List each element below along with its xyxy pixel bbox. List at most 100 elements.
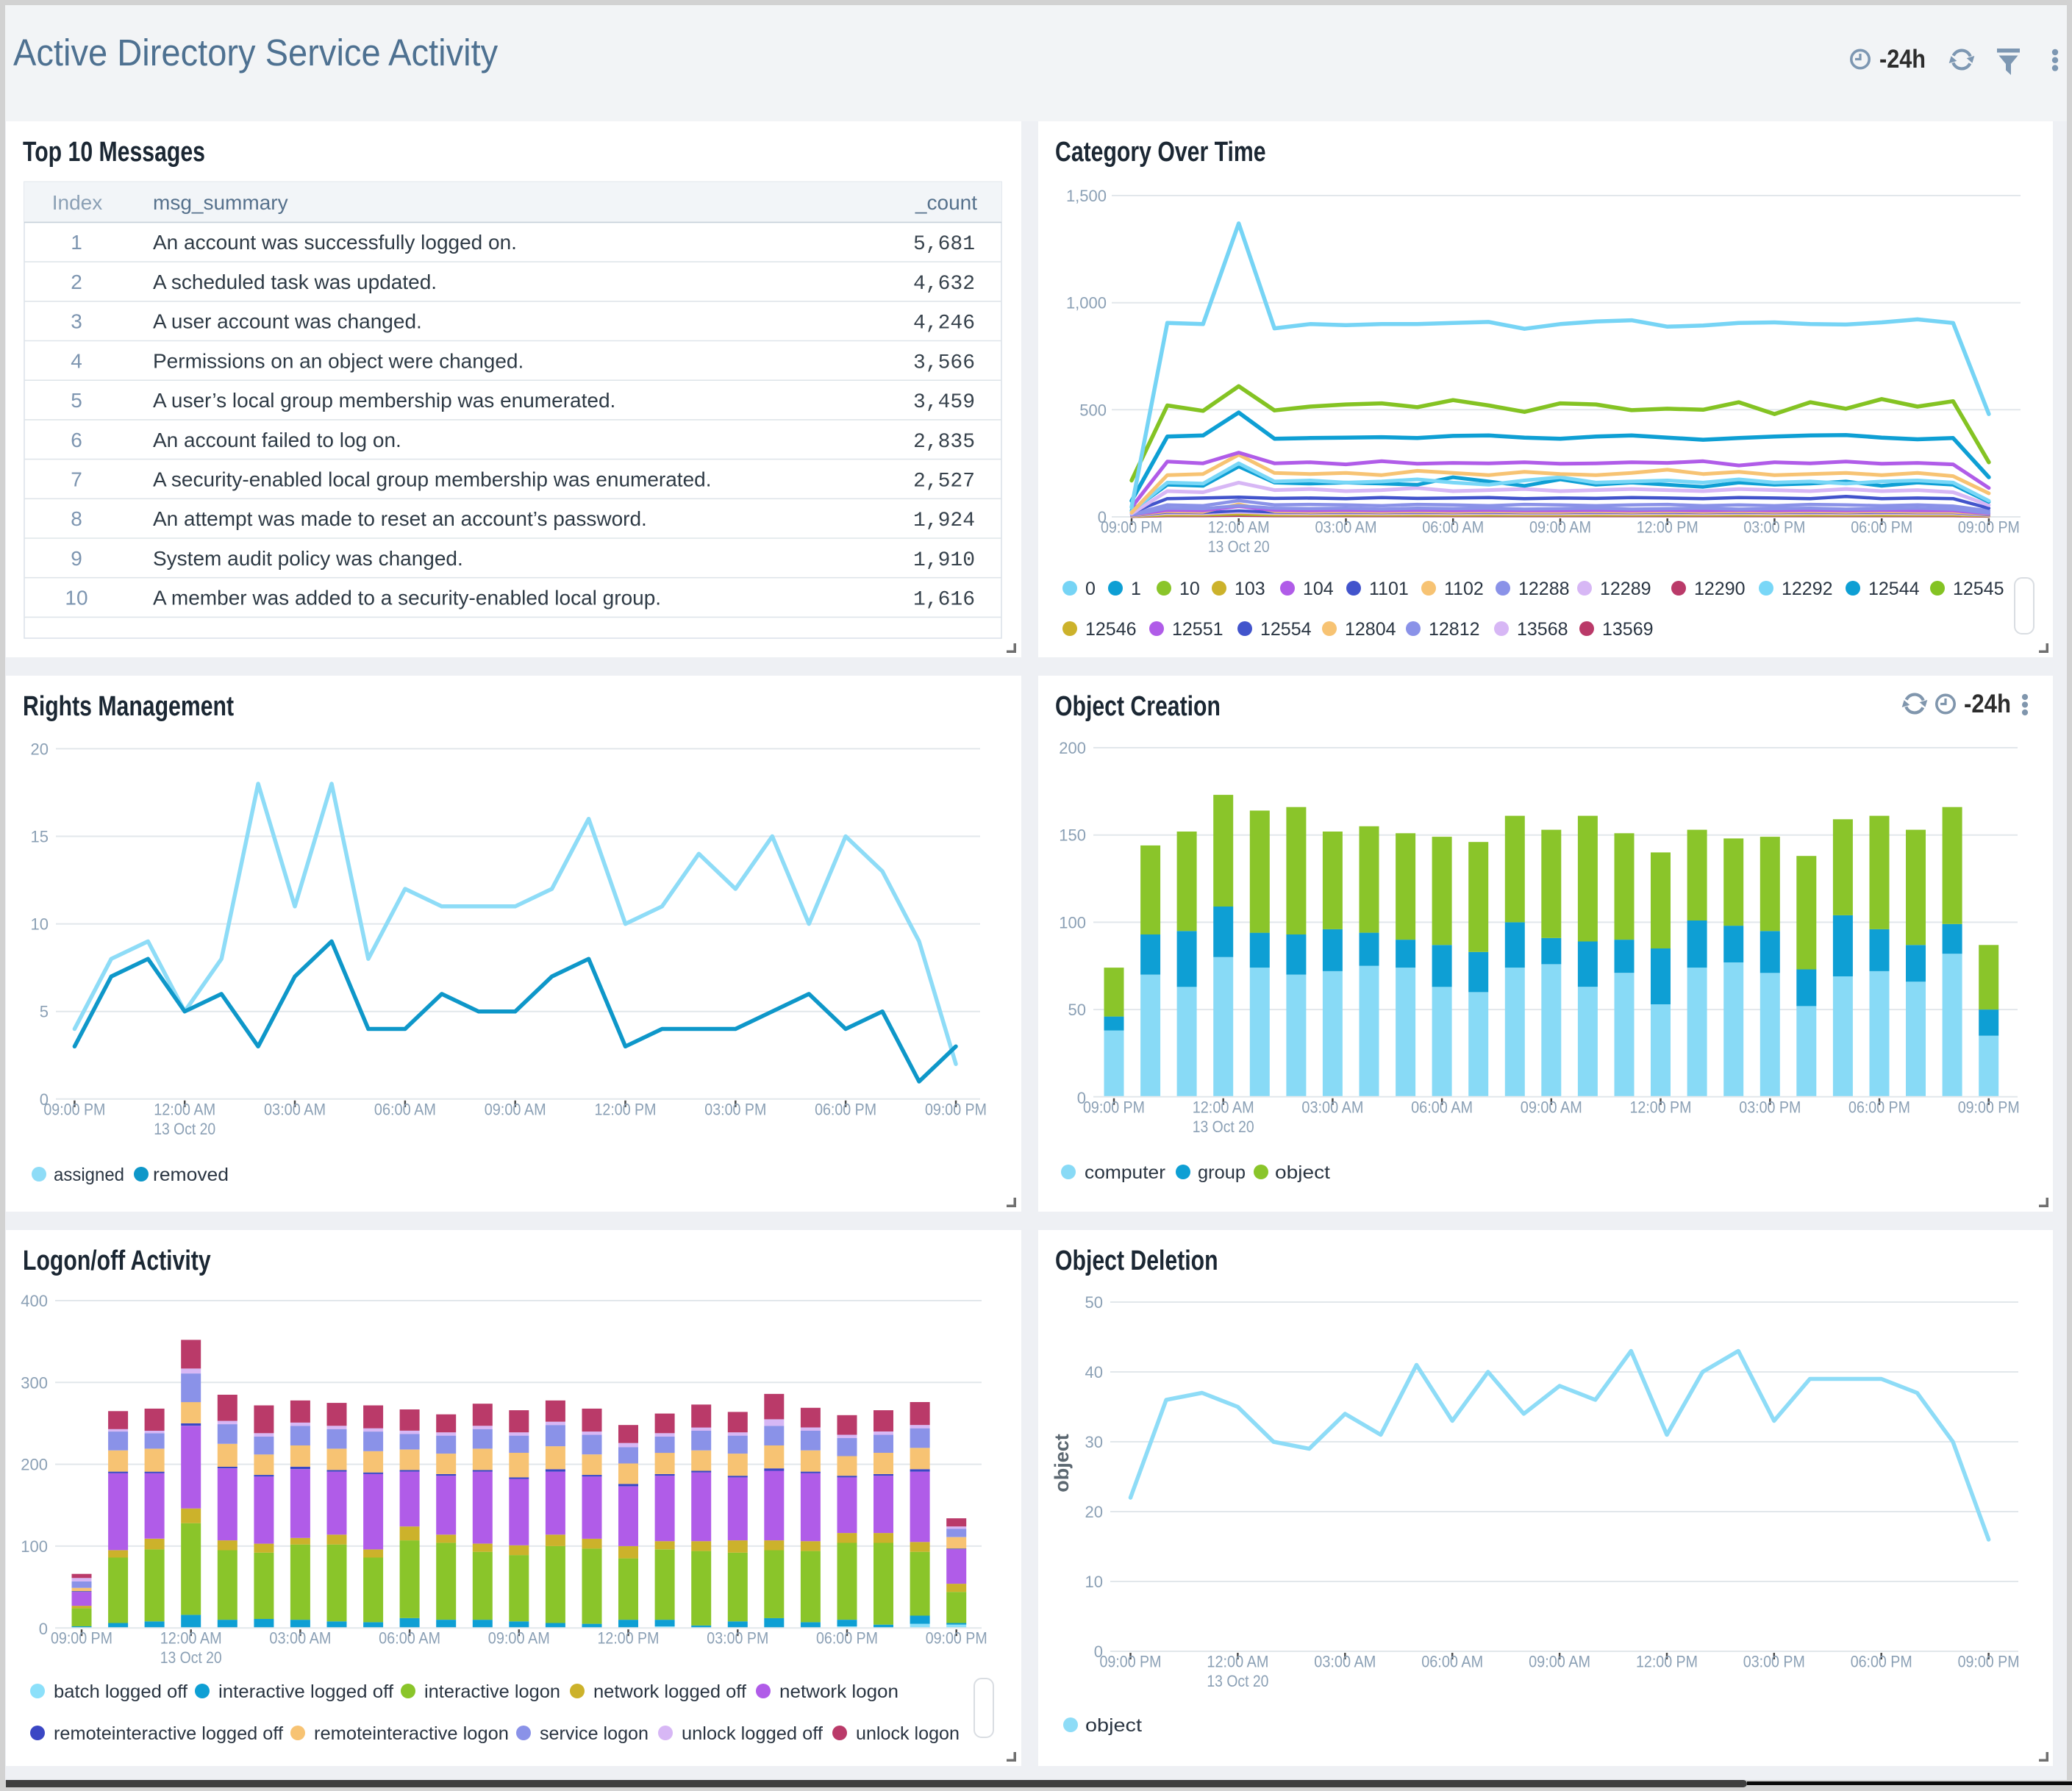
svg-text:09:00 PM: 09:00 PM [926, 1629, 987, 1648]
svg-text:150: 150 [1059, 826, 1086, 845]
svg-text:group: group [1198, 1162, 1246, 1183]
svg-text:100: 100 [21, 1537, 48, 1556]
svg-text:network logon: network logon [779, 1681, 899, 1702]
svg-text:object: object [1051, 1434, 1073, 1492]
svg-text:0: 0 [1085, 579, 1096, 599]
svg-text:object: object [1085, 1715, 1142, 1736]
svg-text:0: 0 [39, 1620, 48, 1638]
svg-text:12:00 AM: 12:00 AM [1193, 1098, 1254, 1116]
svg-text:09:00 PM: 09:00 PM [1100, 1653, 1162, 1671]
svg-text:09:00 AM: 09:00 AM [488, 1629, 550, 1648]
svg-text:12288: 12288 [1518, 579, 1570, 599]
svg-text:An account was successfully lo: An account was successfully logged on. [153, 231, 517, 254]
svg-text:-24h: -24h [1964, 690, 2011, 718]
svg-text:13 Oct 20: 13 Oct 20 [1193, 1118, 1254, 1136]
svg-text:12:00 AM: 12:00 AM [160, 1629, 222, 1648]
svg-text:2: 2 [71, 271, 82, 293]
svg-text:removed: removed [153, 1165, 229, 1185]
svg-text:09:00 PM: 09:00 PM [1083, 1098, 1145, 1116]
svg-text:8: 8 [71, 507, 82, 530]
svg-text:09:00 PM: 09:00 PM [1101, 518, 1162, 537]
svg-text:4: 4 [71, 349, 82, 372]
svg-text:remoteinteractive logged off: remoteinteractive logged off [54, 1723, 283, 1744]
svg-text:1101: 1101 [1369, 579, 1409, 599]
svg-text:10: 10 [1179, 579, 1200, 599]
svg-text:13569: 13569 [1602, 619, 1654, 640]
svg-text:12545: 12545 [1953, 579, 2004, 599]
svg-text:interactive logged off: interactive logged off [218, 1681, 393, 1702]
svg-text:1,616: 1,616 [913, 589, 975, 612]
svg-text:A scheduled task was updated.: A scheduled task was updated. [153, 271, 437, 293]
svg-text:20: 20 [31, 740, 49, 758]
svg-text:12551: 12551 [1172, 619, 1223, 640]
svg-text:A member was added to a securi: A member was added to a security-enabled… [153, 587, 661, 609]
svg-text:1,000: 1,000 [1066, 294, 1107, 312]
svg-text:5: 5 [40, 1003, 49, 1021]
svg-text:unlock logon: unlock logon [856, 1723, 960, 1744]
svg-text:09:00 PM: 09:00 PM [1958, 1653, 2020, 1671]
svg-text:09:00 PM: 09:00 PM [51, 1629, 112, 1648]
svg-text:13 Oct 20: 13 Oct 20 [154, 1120, 215, 1138]
svg-text:5,681: 5,681 [913, 233, 975, 256]
svg-text:06:00 AM: 06:00 AM [1422, 518, 1484, 537]
svg-text:15: 15 [31, 828, 49, 846]
svg-text:03:00 PM: 03:00 PM [704, 1100, 766, 1118]
svg-text:09:00 AM: 09:00 AM [485, 1100, 546, 1118]
svg-text:09:00 AM: 09:00 AM [1521, 1098, 1582, 1116]
svg-text:200: 200 [21, 1456, 48, 1474]
svg-text:7: 7 [71, 468, 82, 491]
svg-text:20: 20 [1085, 1503, 1103, 1521]
svg-text:104: 104 [1303, 579, 1334, 599]
svg-text:03:00 AM: 03:00 AM [1301, 1098, 1363, 1116]
svg-text:10: 10 [31, 915, 49, 934]
svg-text:06:00 AM: 06:00 AM [1411, 1098, 1473, 1116]
svg-text:12804: 12804 [1345, 619, 1396, 640]
svg-text:03:00 PM: 03:00 PM [1743, 1653, 1805, 1671]
svg-text:09:00 PM: 09:00 PM [925, 1100, 987, 1118]
svg-text:4,632: 4,632 [913, 273, 975, 296]
svg-text:09:00 PM: 09:00 PM [1958, 1098, 2020, 1116]
svg-text:500: 500 [1079, 401, 1107, 419]
svg-text:50: 50 [1085, 1293, 1103, 1312]
svg-text:12:00 PM: 12:00 PM [1637, 518, 1698, 537]
svg-text:An account failed to log on.: An account failed to log on. [153, 429, 401, 451]
svg-text:12:00 PM: 12:00 PM [1630, 1098, 1692, 1116]
svg-text:3: 3 [71, 310, 82, 333]
svg-text:12290: 12290 [1694, 579, 1746, 599]
svg-text:12:00 AM: 12:00 AM [1208, 518, 1270, 537]
svg-text:1: 1 [1131, 579, 1141, 599]
svg-text:300: 300 [21, 1373, 48, 1392]
svg-text:A user’s local group membershi: A user’s local group membership was enum… [153, 389, 615, 412]
svg-text:103: 103 [1235, 579, 1265, 599]
svg-text:4,246: 4,246 [913, 312, 975, 335]
svg-text:12:00 AM: 12:00 AM [1207, 1653, 1268, 1671]
svg-text:2,835: 2,835 [913, 431, 975, 454]
svg-text:Permissions on an object were: Permissions on an object were changed. [153, 349, 524, 372]
svg-text:09:00 AM: 09:00 AM [1529, 518, 1591, 537]
svg-text:06:00 AM: 06:00 AM [374, 1100, 436, 1118]
svg-text:12554: 12554 [1260, 619, 1312, 640]
svg-text:13 Oct 20: 13 Oct 20 [1207, 1672, 1268, 1690]
svg-text:computer: computer [1085, 1162, 1165, 1183]
svg-text:3,459: 3,459 [913, 391, 975, 414]
svg-text:remoteinteractive logon: remoteinteractive logon [314, 1723, 509, 1744]
svg-text:12292: 12292 [1782, 579, 1833, 599]
svg-text:12544: 12544 [1868, 579, 1920, 599]
svg-text:object: object [1275, 1162, 1330, 1183]
svg-text:batch logged off: batch logged off [54, 1681, 187, 1702]
svg-text:A security-enabled local group: A security-enabled local group membershi… [153, 468, 712, 491]
svg-text:09:00 PM: 09:00 PM [43, 1100, 105, 1118]
svg-text:12:00 PM: 12:00 PM [1636, 1653, 1698, 1671]
svg-text:System audit policy was change: System audit policy was changed. [153, 547, 463, 570]
svg-text:1,910: 1,910 [913, 549, 975, 572]
svg-text:assigned: assigned [54, 1165, 124, 1185]
svg-text:interactive logon: interactive logon [424, 1681, 560, 1702]
svg-text:An attempt was made to reset a: An attempt was made to reset an account’… [153, 507, 647, 530]
svg-text:A user account was changed.: A user account was changed. [153, 310, 422, 333]
svg-text:06:00 AM: 06:00 AM [379, 1629, 440, 1648]
svg-text:13 Oct 20: 13 Oct 20 [1208, 537, 1270, 556]
svg-text:03:00 AM: 03:00 AM [269, 1629, 331, 1648]
svg-text:network logged off: network logged off [593, 1681, 746, 1702]
svg-text:06:00 PM: 06:00 PM [1851, 1653, 1912, 1671]
svg-text:2,527: 2,527 [913, 471, 975, 493]
